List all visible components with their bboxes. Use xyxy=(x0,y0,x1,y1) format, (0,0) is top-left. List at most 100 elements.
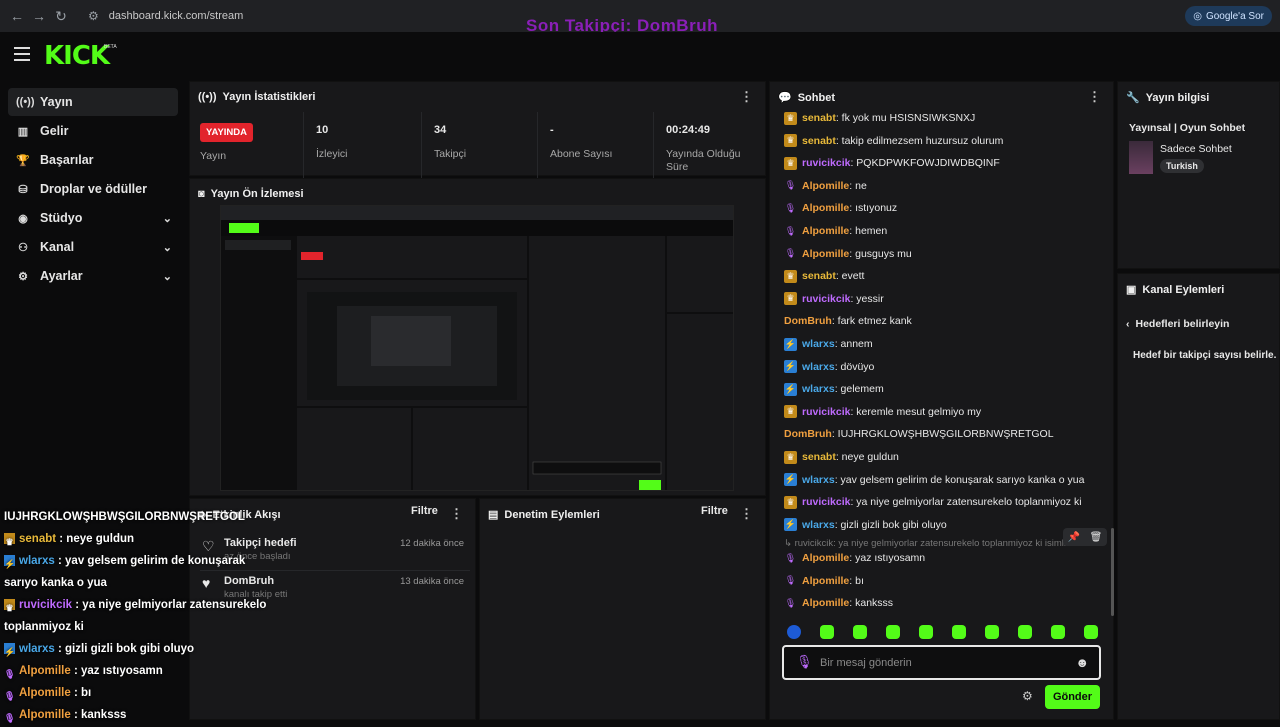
send-button[interactable]: Gönder xyxy=(1045,685,1100,709)
category-name[interactable]: Sadece Sohbet xyxy=(1160,143,1232,155)
chat-username[interactable]: ruvicikcik xyxy=(802,496,850,508)
sidebar-item[interactable]: ⚇ Kanal ⌄ xyxy=(8,233,178,261)
chat-message[interactable]: 🎙 Alpomille: ıstıyonuz xyxy=(784,200,897,216)
chat-message[interactable]: ♛ ruvicikcik: keremle mesut gelmiyo my xyxy=(784,404,981,420)
chat-username[interactable]: Alpomille xyxy=(802,575,849,587)
overlay-chat-line: 🎙 Alpomille : kanksss xyxy=(4,706,126,724)
chat-message[interactable]: ♛ senabt: evett xyxy=(784,268,864,284)
emote-icon[interactable] xyxy=(787,625,801,639)
emote-icon[interactable] xyxy=(853,625,867,639)
chat-settings-icon[interactable]: ⚙ xyxy=(1022,689,1033,703)
chat-username[interactable]: Alpomille xyxy=(802,552,849,564)
chat-username[interactable]: wlarxs xyxy=(802,338,835,350)
chat-username[interactable]: senabt xyxy=(802,270,836,282)
heart-icon: ♥ xyxy=(202,575,211,591)
chat-message[interactable]: 🎙 Alpomille: yaz ıstıyosamn xyxy=(784,550,925,566)
broadcast-icon: ((•)) xyxy=(198,91,217,103)
chat-menu-icon[interactable]: ⋮ xyxy=(1088,89,1101,105)
emote-icon[interactable] xyxy=(1084,625,1098,639)
back-to-goals[interactable]: ‹ Hedefleri belirleyin xyxy=(1126,318,1229,330)
chat-username[interactable]: Alpomille xyxy=(802,248,849,260)
chat-username[interactable]: senabt xyxy=(802,451,836,463)
chat-username[interactable]: wlarxs xyxy=(802,361,835,373)
overlay-text: : gizli gizli bok gibi oluyo xyxy=(54,643,195,655)
sidebar-item[interactable]: ▥ Gelir xyxy=(8,117,178,145)
chat-username[interactable]: ruvicikcik xyxy=(802,293,850,305)
chat-message[interactable]: ⚡ wlarxs: yav gelsem gelirim de konuşarak… xyxy=(784,472,1085,488)
chat-username[interactable]: Alpomille xyxy=(802,180,849,192)
emote-icon[interactable] xyxy=(952,625,966,639)
kick-logo[interactable]: KICK xyxy=(44,41,110,71)
chat-message[interactable]: 🎙 Alpomille: gusguys mu xyxy=(784,246,912,262)
chevron-down-icon[interactable]: ⌄ xyxy=(163,212,172,225)
overlay-username: wlarxs xyxy=(19,555,55,567)
overlay-text: sarıyo kanka o yua xyxy=(4,577,107,589)
chat-username[interactable]: Alpomille xyxy=(802,225,849,237)
chevron-down-icon[interactable]: ⌄ xyxy=(163,241,172,254)
pin-icon[interactable]: 📌 xyxy=(1068,532,1080,543)
emote-icon[interactable] xyxy=(919,625,933,639)
menu-icon[interactable] xyxy=(14,47,30,61)
reply-preview: ↳ ruvicikcik: ya niye gelmiyorlar zatens… xyxy=(784,538,1074,549)
chat-scrollbar[interactable] xyxy=(1111,528,1114,616)
emote-icon[interactable] xyxy=(1018,625,1032,639)
app-header: KICK BETA xyxy=(0,32,1280,80)
chat-message[interactable]: 🎙 Alpomille: hemen xyxy=(784,223,887,239)
crown-badge-icon: ♛ xyxy=(784,156,797,170)
activity-menu-icon[interactable]: ⋮ xyxy=(450,506,463,522)
chat-username[interactable]: Alpomille xyxy=(802,202,849,214)
sidebar-item[interactable]: ⛁ Droplar ve ödüller xyxy=(8,175,178,203)
stream-preview-video[interactable] xyxy=(220,205,734,491)
stream-info-panel: 🔧 Yayın bilgisi Yayınsal | Oyun Sohbet Sa… xyxy=(1117,81,1280,269)
trash-icon[interactable]: 🗑 xyxy=(1090,532,1103,543)
stats-menu-icon[interactable]: ⋮ xyxy=(740,89,753,105)
chat-username[interactable]: wlarxs xyxy=(802,519,835,531)
chat-message[interactable]: ♛ ruvicikcik: yessir xyxy=(784,291,884,307)
trophy-icon: 🏆 xyxy=(16,154,30,167)
emoji-icon[interactable]: ☻ xyxy=(1075,655,1089,670)
emote-icon[interactable] xyxy=(1051,625,1065,639)
moderation-filter-button[interactable]: Filtre xyxy=(701,505,728,517)
overlay-chat-line: 🎙 Alpomille : yaz ıstıyosamn xyxy=(4,662,163,680)
bolt-badge-icon: ⚡ xyxy=(4,643,15,657)
chat-username[interactable]: DomBruh xyxy=(784,428,832,440)
chat-input[interactable]: 🎙 Bir mesaj gönderin ☻ xyxy=(782,645,1101,680)
emote-icon[interactable] xyxy=(820,625,834,639)
chat-message[interactable]: ⚡ wlarxs: gizli gizli bok gibi oluyo xyxy=(784,517,947,533)
bolt-badge-icon: ⚡ xyxy=(784,360,797,374)
chat-message[interactable]: ♛ senabt: fk yok mu HSISNSIWKSNXJ xyxy=(784,110,975,126)
chat-text: : annem xyxy=(834,338,873,350)
chat-message[interactable]: 🎙 Alpomille: ne xyxy=(784,178,867,194)
chat-message[interactable]: DomBruh: IUJHRGKLOWŞHBWŞGILORBNWŞRETGOL xyxy=(784,426,1054,442)
chat-username[interactable]: senabt xyxy=(802,112,836,124)
chat-username[interactable]: ruvicikcik xyxy=(802,406,850,418)
preview-title: Yayın Ön İzlemesi xyxy=(210,188,304,200)
chat-message[interactable]: ⚡ wlarxs: gelemem xyxy=(784,381,884,397)
chat-message[interactable]: 🎙 Alpomille: kanksss xyxy=(784,595,893,611)
sidebar-item[interactable]: ⚙ Ayarlar ⌄ xyxy=(8,262,178,290)
emote-icon[interactable] xyxy=(985,625,999,639)
chat-username[interactable]: wlarxs xyxy=(802,474,835,486)
chat-username[interactable]: wlarxs xyxy=(802,383,835,395)
chat-message[interactable]: ⚡ wlarxs: annem xyxy=(784,336,873,352)
chat-message[interactable]: ♛ senabt: takip edilmezsem huzursuz oluru… xyxy=(784,133,1003,149)
chat-message[interactable]: ♛ ruvicikcik: ya niye gelmiyorlar zatensu… xyxy=(784,494,1082,510)
chat-username[interactable]: DomBruh xyxy=(784,315,832,327)
sidebar-item[interactable]: ((•)) Yayın xyxy=(8,88,178,116)
sidebar-item[interactable]: 🏆 Başarılar xyxy=(8,146,178,174)
chat-message[interactable]: DomBruh: fark etmez kank xyxy=(784,313,912,329)
overlay-text: : yaz ıstıyosamn xyxy=(70,665,163,677)
chat-username[interactable]: senabt xyxy=(802,135,836,147)
overlay-text: IUJHRGKLOWŞHBWŞGILORBNWŞRETGOL xyxy=(4,511,245,523)
chevron-down-icon[interactable]: ⌄ xyxy=(163,270,172,283)
chat-message[interactable]: ⚡ wlarxs: dövüyo xyxy=(784,359,874,375)
chat-message[interactable]: 🎙 Alpomille: bı xyxy=(784,573,864,589)
emote-icon[interactable] xyxy=(886,625,900,639)
activity-filter-button[interactable]: Filtre xyxy=(411,505,438,517)
chat-username[interactable]: ruvicikcik xyxy=(802,157,850,169)
chat-message[interactable]: ♛ senabt: neye guldun xyxy=(784,449,899,465)
chat-message[interactable]: ♛ ruvicikcik: PQKDPWKFOWJDIWDBQINF xyxy=(784,155,1000,171)
moderation-menu-icon[interactable]: ⋮ xyxy=(740,506,753,522)
chat-username[interactable]: Alpomille xyxy=(802,597,849,609)
sidebar-item[interactable]: ◉ Stüdyo ⌄ xyxy=(8,204,178,232)
